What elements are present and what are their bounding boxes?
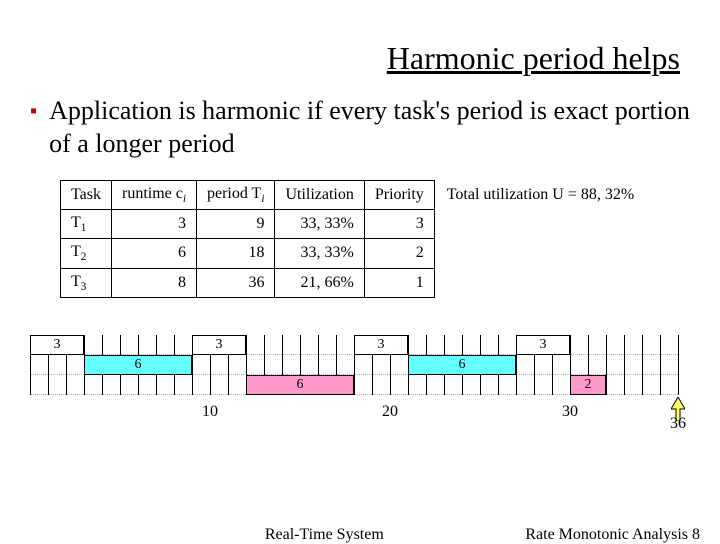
bullet-item: ▪ Application is harmonic if every task'… xyxy=(30,95,690,160)
axis-label: 10 xyxy=(202,403,218,421)
tick xyxy=(660,335,661,395)
tick xyxy=(624,335,625,395)
tick xyxy=(642,335,643,395)
gantt-bar: 3 xyxy=(192,335,246,355)
page-title: Harmonic period helps xyxy=(30,40,680,77)
gantt-bar: 6 xyxy=(246,375,354,395)
table-row: T1 3 9 33, 33% 3 xyxy=(61,210,435,239)
col-util: Utilization xyxy=(275,181,364,210)
tick xyxy=(606,335,607,395)
gantt-bar: 2 xyxy=(570,375,606,395)
footer-left: Real-Time System xyxy=(265,526,384,544)
axis-label: 30 xyxy=(562,403,578,421)
gantt-bar: 3 xyxy=(516,335,570,355)
gantt-bar: 3 xyxy=(30,335,84,355)
col-period: period Ti xyxy=(196,181,274,210)
col-prio: Priority xyxy=(364,181,434,210)
gantt-chart: 33336662 10203036 xyxy=(30,335,710,475)
gantt-bar: 3 xyxy=(354,335,408,355)
axis-label: 20 xyxy=(382,403,398,421)
col-runtime: runtime ci xyxy=(111,181,196,210)
table-header-row: Task runtime ci period Ti Utilization Pr… xyxy=(61,181,435,210)
tick xyxy=(678,335,679,395)
col-task: Task xyxy=(61,181,112,210)
footer-right: Rate Monotonic Analysis 8 xyxy=(525,526,700,544)
bullet-icon: ▪ xyxy=(30,99,37,123)
gantt-bar: 6 xyxy=(84,355,192,375)
tasks-table: Task runtime ci period Ti Utilization Pr… xyxy=(60,180,435,298)
table-row: T3 8 36 21, 66% 1 xyxy=(61,268,435,297)
axis-label: 36 xyxy=(670,415,686,433)
bullet-text: Application is harmonic if every task's … xyxy=(49,95,690,160)
table-row: T2 6 18 33, 33% 2 xyxy=(61,239,435,268)
gantt-bar: 6 xyxy=(408,355,516,375)
total-utilization: Total utilization U = 88, 32% xyxy=(447,180,634,204)
